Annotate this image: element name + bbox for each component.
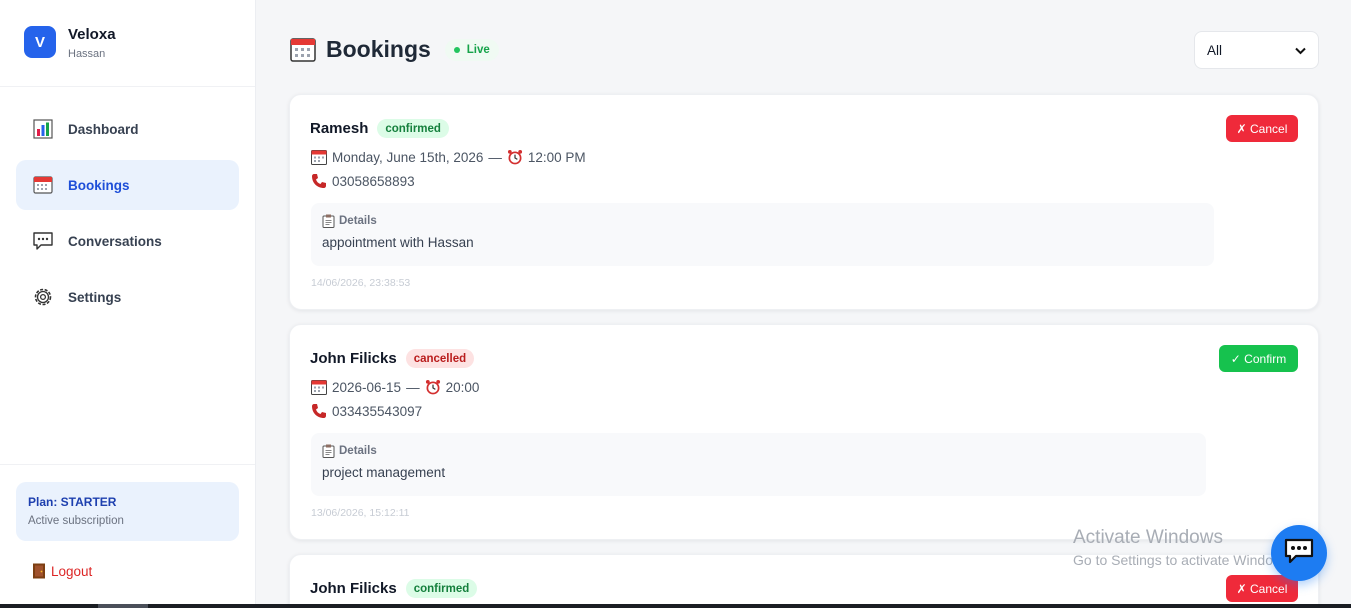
details-header: Details: [322, 444, 1195, 458]
sidebar-item-dashboard[interactable]: Dashboard: [16, 104, 239, 154]
calendar-icon: [290, 37, 316, 63]
booking-datetime: Monday, June 15th, 2026 — 12:00 PM: [311, 149, 586, 165]
page-title: Bookings: [326, 36, 431, 62]
booking-date: Monday, June 15th, 2026: [332, 149, 484, 165]
details-panel: Details appointment with Hassan: [311, 203, 1214, 266]
sidebar-item-settings[interactable]: Settings: [16, 272, 239, 322]
customer-name: Ramesh: [310, 120, 369, 137]
confirm-button[interactable]: ✓ Confirm: [1219, 345, 1298, 372]
booking-phone: 03058658893: [332, 173, 415, 189]
page-header: Bookings Live: [290, 36, 499, 63]
plan-status: Active subscription: [28, 515, 124, 527]
booking-datetime: 2026-06-15 — 20:00: [311, 379, 479, 395]
booking-date: 2026-06-15: [332, 379, 402, 395]
status-badge: cancelled: [405, 349, 475, 368]
status-badge: confirmed: [377, 119, 449, 138]
details-panel: Details project management: [311, 433, 1206, 496]
chevron-down-icon: [1295, 43, 1306, 58]
sidebar-item-label: Bookings: [68, 177, 130, 193]
sidebar: V Veloxa Hassan Dashboard Bookings Conve…: [0, 0, 256, 608]
details-header: Details: [322, 214, 1203, 228]
phone-icon: [311, 173, 327, 189]
sidebar-item-bookings[interactable]: Bookings: [16, 160, 239, 210]
details-label: Details: [339, 445, 377, 457]
live-dot-icon: [453, 46, 460, 53]
plan-title: Plan: STARTER: [28, 495, 117, 509]
cancel-button[interactable]: ✗ Cancel: [1226, 575, 1298, 602]
customer-name: John Filicks: [310, 350, 397, 367]
brand-name: Veloxa: [68, 26, 116, 43]
plan-card: Plan: STARTER Active subscription: [16, 482, 239, 541]
booking-name-row: Ramesh confirmed: [310, 119, 449, 138]
datetime-separator: —: [406, 379, 420, 395]
booking-phone-row: 03058658893: [311, 173, 415, 189]
details-text: project management: [322, 465, 446, 480]
logout-label: Logout: [51, 563, 93, 579]
brand-header: V Veloxa Hassan: [0, 0, 255, 87]
calendar-icon: [32, 174, 54, 196]
alarm-clock-icon: [507, 149, 523, 165]
clipboard-icon: [322, 444, 335, 458]
sidebar-item-conversations[interactable]: Conversations: [16, 216, 239, 266]
calendar-icon: [311, 379, 327, 395]
bar-chart-icon: [32, 118, 54, 140]
booking-name-row: John Filicks cancelled: [310, 349, 475, 368]
watermark-title: Activate Windows: [1073, 527, 1223, 548]
live-badge: Live: [444, 38, 499, 61]
taskbar-active-tab[interactable]: [98, 604, 148, 608]
logout-button[interactable]: Logout: [32, 563, 92, 579]
datetime-separator: —: [488, 149, 502, 165]
chat-bubble-icon: [1284, 538, 1314, 569]
booking-phone: 033435543097: [332, 403, 423, 419]
booking-name-row: John Filicks confirmed: [310, 579, 478, 598]
calendar-icon: [311, 149, 327, 165]
booking-card: John Filicks cancelled 2026-06-15 — 20:0…: [289, 324, 1319, 540]
status-filter-select[interactable]: All: [1194, 31, 1319, 69]
created-timestamp: 14/06/2026, 23:38:53: [311, 277, 411, 289]
chat-bubble-icon: [32, 230, 54, 252]
booking-time: 12:00 PM: [527, 149, 586, 165]
clipboard-icon: [322, 214, 335, 228]
booking-time: 20:00: [445, 379, 480, 395]
status-filter-value: All: [1207, 42, 1223, 58]
windows-activation-watermark: Activate Windows Go to Settings to activ…: [1073, 527, 1294, 568]
status-badge: confirmed: [405, 579, 478, 598]
watermark-subtitle: Go to Settings to activate Windows.: [1073, 552, 1294, 568]
taskbar: [0, 604, 1351, 608]
details-label: Details: [339, 215, 377, 227]
sidebar-item-label: Settings: [68, 289, 122, 305]
created-timestamp: 13/06/2026, 15:12:11: [311, 507, 410, 519]
brand-logo[interactable]: V: [24, 26, 56, 58]
sidebar-item-label: Dashboard: [68, 121, 139, 137]
sidebar-item-label: Conversations: [68, 233, 162, 249]
sidebar-nav: Dashboard Bookings Conversations Setting…: [16, 104, 239, 328]
brand-user: Hassan: [68, 48, 106, 60]
details-text: appointment with Hassan: [322, 235, 474, 250]
live-label: Live: [466, 43, 490, 56]
cancel-button[interactable]: ✗ Cancel: [1226, 115, 1298, 142]
alarm-clock-icon: [425, 379, 441, 395]
chat-widget-button[interactable]: [1271, 525, 1327, 581]
sidebar-footer: Plan: STARTER Active subscription Logout: [0, 464, 255, 579]
booking-card: Ramesh confirmed Monday, June 15th, 2026…: [289, 94, 1319, 310]
door-icon: [32, 563, 46, 579]
gear-icon: [32, 286, 54, 308]
customer-name: John Filicks: [310, 580, 397, 597]
booking-phone-row: 033435543097: [311, 403, 422, 419]
phone-icon: [311, 403, 327, 419]
